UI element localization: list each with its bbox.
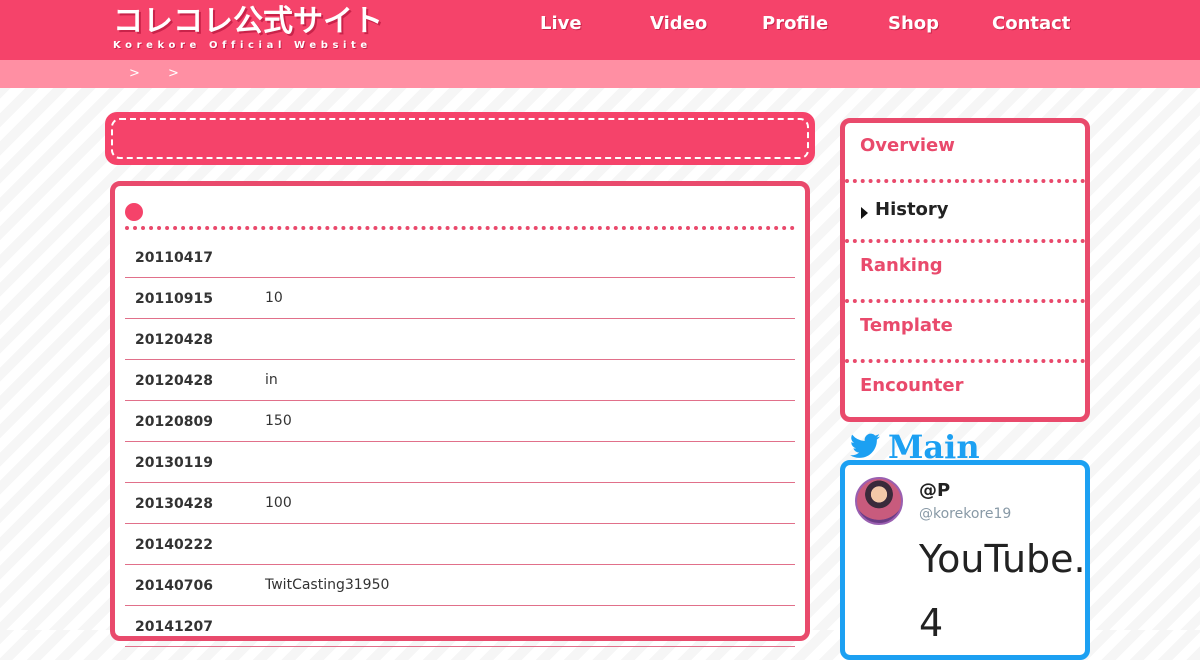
section-bullet-icon [125,203,143,221]
side-menu-template[interactable]: Template [845,303,1085,363]
history-text: TwitCasting31950 [265,577,390,593]
page-title-banner [105,112,815,165]
nav-live[interactable]: Live [540,12,582,36]
history-date: 20130428 [135,496,213,512]
caret-right-icon [861,207,868,219]
logo-japanese: コレコレ公式サイト [113,4,383,39]
history-date: 20110915 [135,291,213,307]
history-date: 20140706 [135,578,213,594]
section-divider [125,226,795,230]
table-row: 20110915 10 [125,278,795,319]
table-row: 20130428 100 [125,483,795,524]
side-menu-label: Encounter [860,375,964,396]
history-table: 20110417 20110915 10 20120428 20120428 i… [125,237,795,647]
breadcrumb-separator: > [168,66,179,81]
avatar[interactable] [855,477,903,525]
table-row: 20110417 [125,237,795,278]
twitter-display-name[interactable]: @P [919,480,950,502]
side-menu-label: History [875,199,949,220]
nav-video[interactable]: Video [650,12,707,36]
table-row: 20120809 150 [125,401,795,442]
side-menu-label: Ranking [860,255,943,276]
site-header: コレコレ公式サイト Korekore Official Website Live… [0,0,1200,60]
table-row: 20120428 [125,319,795,360]
history-date: 20110417 [135,250,213,266]
breadcrumb: > > [0,60,1200,88]
history-date: 20120809 [135,414,213,430]
side-menu-encounter[interactable]: Encounter [845,363,1085,423]
history-text: 10 [265,290,283,306]
logo-english: Korekore Official Website [113,40,372,51]
twitter-bird-icon [850,433,880,458]
table-row: 20140222 [125,524,795,565]
side-menu: Overview History Ranking Template Encoun… [840,118,1090,422]
table-row: 20141207 [125,606,795,647]
nav-profile[interactable]: Profile [762,12,828,36]
nav-shop[interactable]: Shop [888,12,939,36]
twitter-handle[interactable]: @korekore19 [919,505,1011,523]
history-date: 20120428 [135,332,213,348]
side-menu-label: Overview [860,135,955,156]
history-date: 20130119 [135,455,213,471]
table-row: 20140706 TwitCasting31950 [125,565,795,606]
side-menu-overview[interactable]: Overview [845,123,1085,183]
side-menu-history[interactable]: History [845,183,1085,243]
table-row: 20130119 [125,442,795,483]
tweet-text: YouTube.4 [919,537,1086,645]
page-title [111,118,809,159]
history-text: 100 [265,495,292,511]
site-logo[interactable]: コレコレ公式サイト Korekore Official Website [113,4,383,52]
nav-contact[interactable]: Contact [992,12,1070,36]
breadcrumb-separator: > [129,66,140,81]
history-section: 20110417 20110915 10 20120428 20120428 i… [110,181,810,647]
history-text: in [265,372,278,388]
side-menu-ranking[interactable]: Ranking [845,243,1085,303]
history-date: 20140222 [135,537,213,553]
side-menu-label: Template [860,315,953,336]
twitter-timeline: @P @korekore19 YouTube.4 [840,460,1090,660]
history-date: 20120428 [135,373,213,389]
table-row: 20120428 in [125,360,795,401]
history-date: 20141207 [135,619,213,635]
history-text: 150 [265,413,292,429]
